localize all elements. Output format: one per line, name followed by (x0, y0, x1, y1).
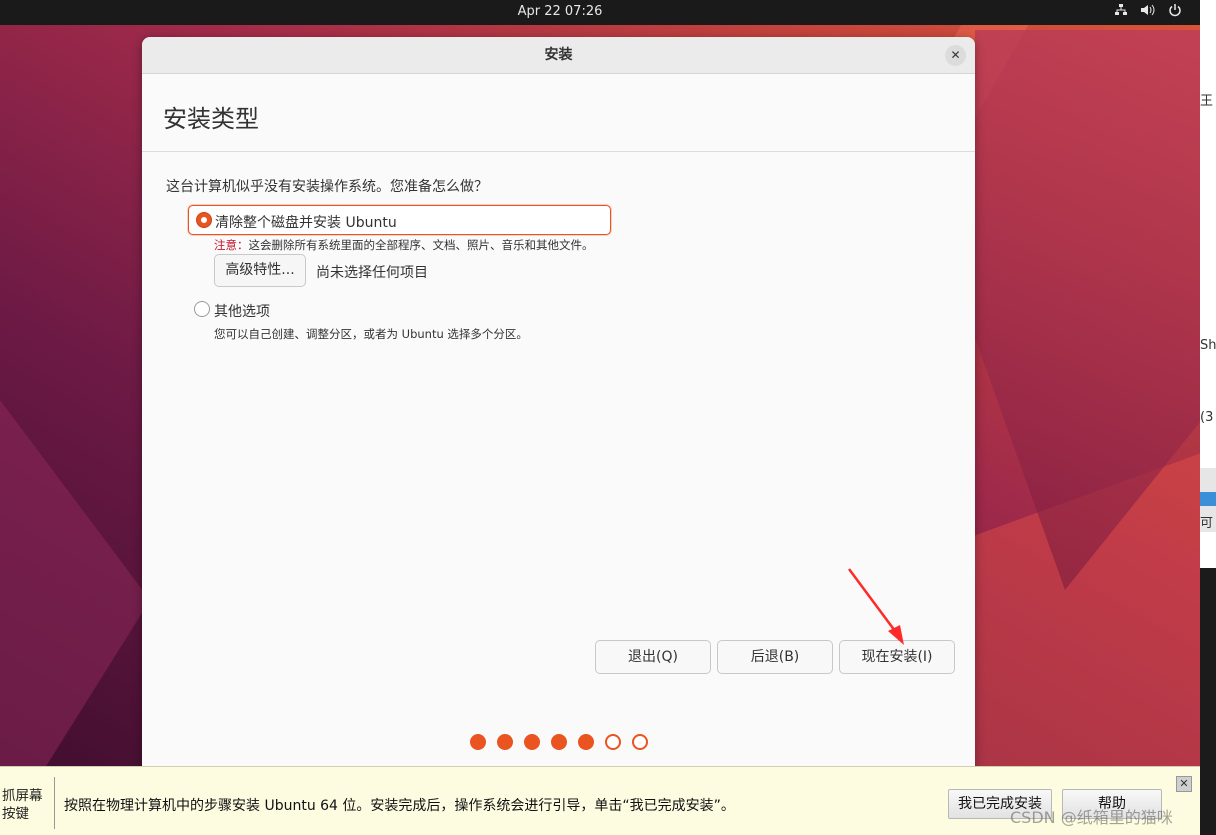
strip-dark-panel (1200, 568, 1216, 835)
close-button[interactable]: ✕ (945, 45, 966, 66)
close-icon: ✕ (1179, 777, 1189, 790)
hint-close-button[interactable]: ✕ (1176, 776, 1192, 792)
strip-text: Sh (1200, 338, 1216, 353)
warning-prefix: 注意： (214, 238, 249, 252)
option-other-label[interactable]: 其他选项 (214, 301, 270, 321)
strip-text: 王 (1200, 94, 1214, 109)
network-icon[interactable] (1114, 3, 1128, 21)
radio-other-option[interactable] (194, 301, 210, 317)
close-icon: ✕ (950, 48, 961, 62)
option-erase-disk-label: 清除整个磁盘并安装 Ubuntu (215, 215, 397, 231)
option-erase-disk[interactable]: 清除整个磁盘并安装 Ubuntu (188, 205, 611, 235)
back-button[interactable]: 后退(B) (717, 640, 833, 674)
step-dot (470, 734, 486, 750)
top-bar: Apr 22 07:26 (0, 0, 1200, 25)
strip-text: (3 (1200, 410, 1214, 425)
step-dot (497, 734, 513, 750)
annotation-arrow-icon (847, 568, 904, 645)
page-title: 安装类型 (163, 105, 259, 133)
window-titlebar[interactable]: 安装 ✕ (142, 37, 975, 74)
strip-text: 可 (1200, 516, 1214, 531)
background-window-strip: 王 Sh (3 可 (1200, 0, 1216, 835)
volume-icon[interactable] (1140, 3, 1156, 21)
advanced-features-button[interactable]: 高级特性... (214, 254, 306, 287)
system-tray[interactable] (1114, 3, 1182, 21)
step-progress-dots (470, 734, 648, 750)
power-icon[interactable] (1168, 3, 1182, 21)
clock[interactable]: Apr 22 07:26 (0, 4, 1120, 19)
step-dot (632, 734, 648, 750)
divider (142, 151, 975, 152)
radio-erase-disk[interactable] (196, 212, 212, 228)
window-title: 安装 (544, 47, 573, 63)
option-other-description: 您可以自己创建、调整分区，或者为 Ubuntu 选择多个分区。 (214, 327, 528, 341)
watermark: CSDN @纸箱里的猫咪 (1010, 808, 1173, 827)
installer-window: 安装 ✕ 安装类型 这台计算机似乎没有安装操作系统。您准备怎么做？ 清除整个磁盘… (142, 37, 975, 777)
strip-progress (1200, 492, 1216, 506)
step-dot (605, 734, 621, 750)
step-dot (551, 734, 567, 750)
warning-text: 这会删除所有系统里面的全部程序、文档、照片、音乐和其他文件。 (248, 238, 594, 252)
advanced-features-status: 尚未选择任何项目 (316, 265, 428, 281)
wallpaper-shard (975, 30, 1200, 590)
quit-button[interactable]: 退出(Q) (595, 640, 711, 674)
hint-separator (54, 777, 55, 829)
step-dot (524, 734, 540, 750)
install-question: 这台计算机似乎没有安装操作系统。您准备怎么做？ (166, 179, 488, 195)
step-dot (578, 734, 594, 750)
hint-capture-label: 抓屏幕按键 (2, 788, 43, 822)
hint-message: 按照在物理计算机中的步骤安装 Ubuntu 64 位。安装完成后，操作系统会进行… (64, 798, 735, 814)
erase-warning-note: 注意：这会删除所有系统里面的全部程序、文档、照片、音乐和其他文件。 (214, 237, 594, 253)
